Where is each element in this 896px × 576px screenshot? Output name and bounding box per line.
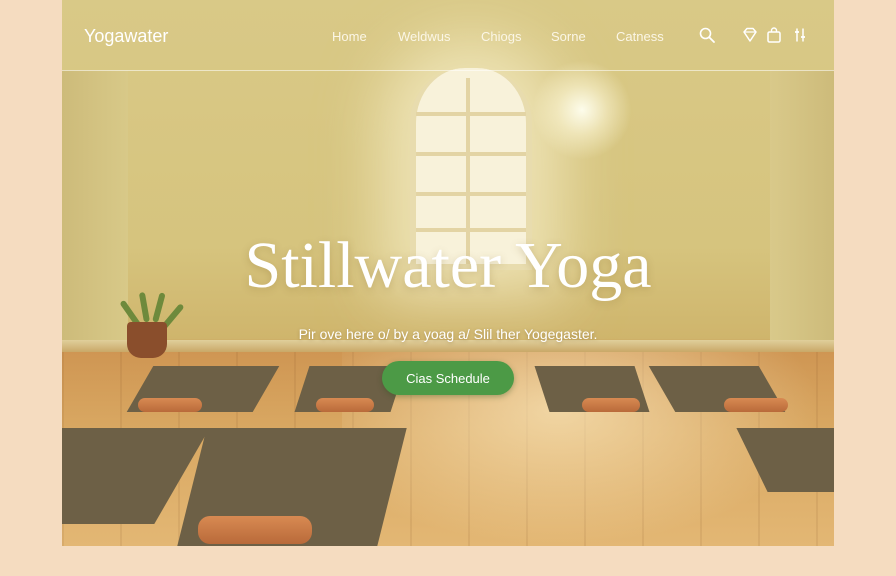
nav-link-5[interactable]: Catness [616,29,664,44]
hero-subtitle: Pir ove here o/ by a yoag a/ Slil ther Y… [298,326,598,342]
nav-link-home[interactable]: Home [332,29,367,44]
diamond-icon[interactable] [741,26,759,44]
bag-icon[interactable] [765,26,783,44]
sliders-icon[interactable] [791,26,809,44]
top-navigation: Yogawater Home Weldwus Chiogs Sorne Catn… [62,0,834,71]
site-logo[interactable]: Yogawater [84,26,168,47]
left-wall [62,70,128,360]
class-schedule-button[interactable]: Cias Schedule [382,361,514,395]
nav-link-2[interactable]: Weldwus [398,29,451,44]
hero-frame: Yogawater Home Weldwus Chiogs Sorne Catn… [62,0,834,546]
nav-link-4[interactable]: Sorne [551,29,586,44]
right-wall [770,70,834,360]
hero-title: Stillwater Yoga [244,229,652,302]
nav-link-3[interactable]: Chiogs [481,29,521,44]
search-icon[interactable] [698,26,716,44]
sunlight-glow [532,60,632,160]
